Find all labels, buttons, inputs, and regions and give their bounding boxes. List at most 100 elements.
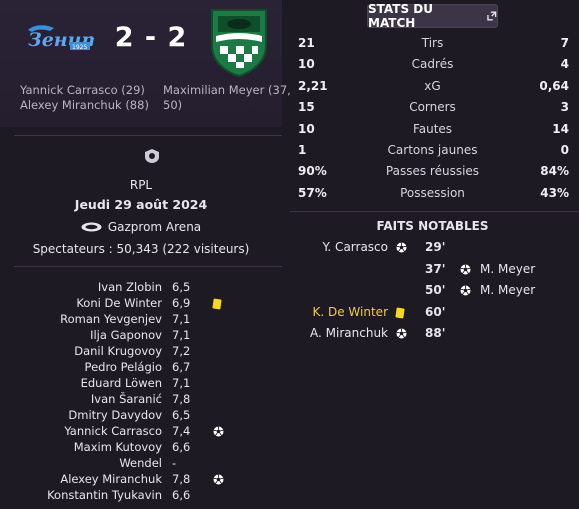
stat-away-value: 84% (540, 164, 569, 179)
player-row[interactable]: Alexey Miranchuk 7,8 (0, 472, 282, 488)
player-name: Eduard Löwen (80, 376, 162, 390)
match-date: Jeudi 29 août 2024 (74, 197, 208, 212)
notable-event[interactable]: M. Meyer 37' (286, 262, 579, 282)
stat-label: xG (424, 78, 441, 93)
away-scorers: Maximilian Meyer (37, 50) (163, 83, 291, 113)
event-minute: 88' (425, 326, 446, 340)
svg-text:1925: 1925 (72, 44, 87, 51)
event-icon (396, 328, 407, 342)
player-row[interactable]: Ilja Gaponov 7,1 (0, 328, 282, 344)
event-minute: 29' (425, 240, 446, 254)
match-summary-panel: Зенит 1925 2 - 2 Yannick Carrasco (29) A… (0, 0, 291, 509)
player-name: Danil Krugovoy (74, 344, 162, 358)
player-rating: - (172, 456, 177, 470)
stat-away-value: 4 (560, 57, 569, 72)
goal-ball-icon (396, 328, 407, 339)
player-name: Konstantin Tyukavin (47, 488, 162, 502)
home-scorer: Alexey Miranchuk (88) (20, 98, 149, 112)
attendance: Spectateurs : 50,343 (222 visiteurs) (32, 242, 250, 256)
player-name: Koni De Winter (76, 296, 162, 310)
player-row[interactable]: Danil Krugovoy 7,2 (0, 344, 282, 360)
stat-row: Cadrés 10 4 (286, 57, 579, 78)
player-name: Roman Yevgenjev (60, 312, 162, 326)
away-scorer: Maximilian Meyer (37, (163, 83, 291, 97)
stat-row: Passes réussies 90% 84% (286, 164, 579, 185)
player-name: Yannick Carrasco (64, 424, 162, 438)
stat-row: xG 2,21 0,64 (286, 79, 579, 100)
stat-label: Passes réussies (385, 164, 480, 179)
player-row[interactable]: Roman Yevgenjev 7,1 (0, 312, 282, 328)
player-rating: 6,5 (172, 408, 191, 422)
player-rating: 7,8 (172, 392, 191, 406)
stat-home-value: 21 (298, 36, 315, 50)
stadium-icon (81, 222, 102, 232)
player-rating: 6,6 (172, 440, 191, 454)
match-stats-button[interactable]: STATS DU MATCH (367, 2, 498, 30)
event-player-name: K. De Winter (312, 304, 389, 319)
event-icon (460, 264, 471, 278)
notable-event[interactable]: A. Miranchuk 88' (286, 326, 579, 346)
player-row[interactable]: Dmitry Davydov 6,5 (0, 408, 282, 424)
player-row[interactable]: Maxim Kutovoy 6,6 (0, 440, 282, 456)
player-name: Maxim Kutovoy (73, 440, 162, 454)
stat-row: Possession 57% 43% (286, 186, 579, 207)
notable-event[interactable]: Y. Carrasco 29' (286, 240, 579, 260)
notable-event[interactable]: M. Meyer 50' (286, 283, 579, 303)
event-player-name: M. Meyer (480, 283, 536, 297)
player-row[interactable]: Wendel - (0, 456, 282, 472)
zenit-logo-icon[interactable]: Зенит 1925 (24, 20, 94, 54)
goal-ball-icon (460, 264, 471, 274)
player-row[interactable]: Koni De Winter 6,9 (0, 296, 282, 312)
krasnodar-logo-icon[interactable] (206, 6, 272, 78)
player-name: Ivan Zlobin (97, 280, 162, 294)
player-row[interactable]: Ivan Šaranić 7,8 (0, 392, 282, 408)
stadium-name: Gazprom Arena (107, 220, 202, 234)
player-rating: 6,9 (172, 296, 191, 310)
notable-event[interactable]: K. De Winter 60' (286, 305, 579, 325)
score-header: Зенит 1925 2 - 2 Yannick Carrasco (29) A… (0, 0, 291, 127)
stat-label: Cadrés (411, 57, 454, 72)
event-icon (396, 242, 407, 256)
player-rating: 7,1 (172, 328, 191, 342)
player-event (212, 298, 222, 312)
player-rating: 6,6 (172, 488, 191, 502)
stat-label: Tirs (421, 36, 444, 50)
yellow-card-icon (395, 306, 405, 319)
player-name: Alexey Miranchuk (60, 472, 162, 486)
stat-label: Possession (400, 185, 465, 200)
away-scorer: 50) (163, 98, 183, 112)
home-scorers: Yannick Carrasco (29) Alexey Miranchuk (… (20, 83, 150, 113)
player-rating: 7,1 (172, 312, 191, 326)
player-rating: 7,2 (172, 344, 191, 358)
event-minute: 50' (425, 283, 446, 297)
player-rating: 7,1 (172, 376, 191, 390)
event-player-name: M. Meyer (480, 261, 536, 276)
expand-icon (487, 11, 497, 21)
stat-home-value: 90% (298, 164, 327, 179)
player-row[interactable]: Yannick Carrasco 7,4 (0, 424, 282, 440)
stat-away-value: 43% (540, 185, 569, 200)
stat-home-value: 1 (298, 143, 307, 157)
stat-away-value: 7 (560, 36, 569, 50)
notable-events-title: FAITS NOTABLES (376, 219, 489, 233)
player-row[interactable]: Ivan Zlobin 6,5 (0, 280, 282, 296)
player-row[interactable]: Eduard Löwen 7,1 (0, 376, 282, 392)
event-minute: 60' (425, 304, 446, 319)
match-score: 2 - 2 (114, 22, 188, 53)
divider (14, 135, 282, 136)
player-name: Wendel (119, 456, 162, 470)
stat-row: Tirs 21 7 (286, 36, 579, 57)
player-event (213, 426, 224, 440)
player-row[interactable]: Pedro Pelágio 6,7 (0, 360, 282, 376)
player-rating: 6,5 (172, 280, 191, 294)
stat-home-value: 10 (298, 57, 315, 72)
event-icon (395, 306, 405, 321)
player-row[interactable]: Konstantin Tyukavin 6,6 (0, 488, 282, 504)
player-name: Dmitry Davydov (68, 408, 162, 422)
event-minute: 37' (425, 261, 446, 276)
stadium: Gazprom Arena (0, 220, 282, 234)
rpl-logo-icon (145, 149, 159, 163)
stat-home-value: 10 (298, 121, 315, 136)
stat-label: Corners (409, 100, 456, 115)
divider (290, 211, 579, 212)
